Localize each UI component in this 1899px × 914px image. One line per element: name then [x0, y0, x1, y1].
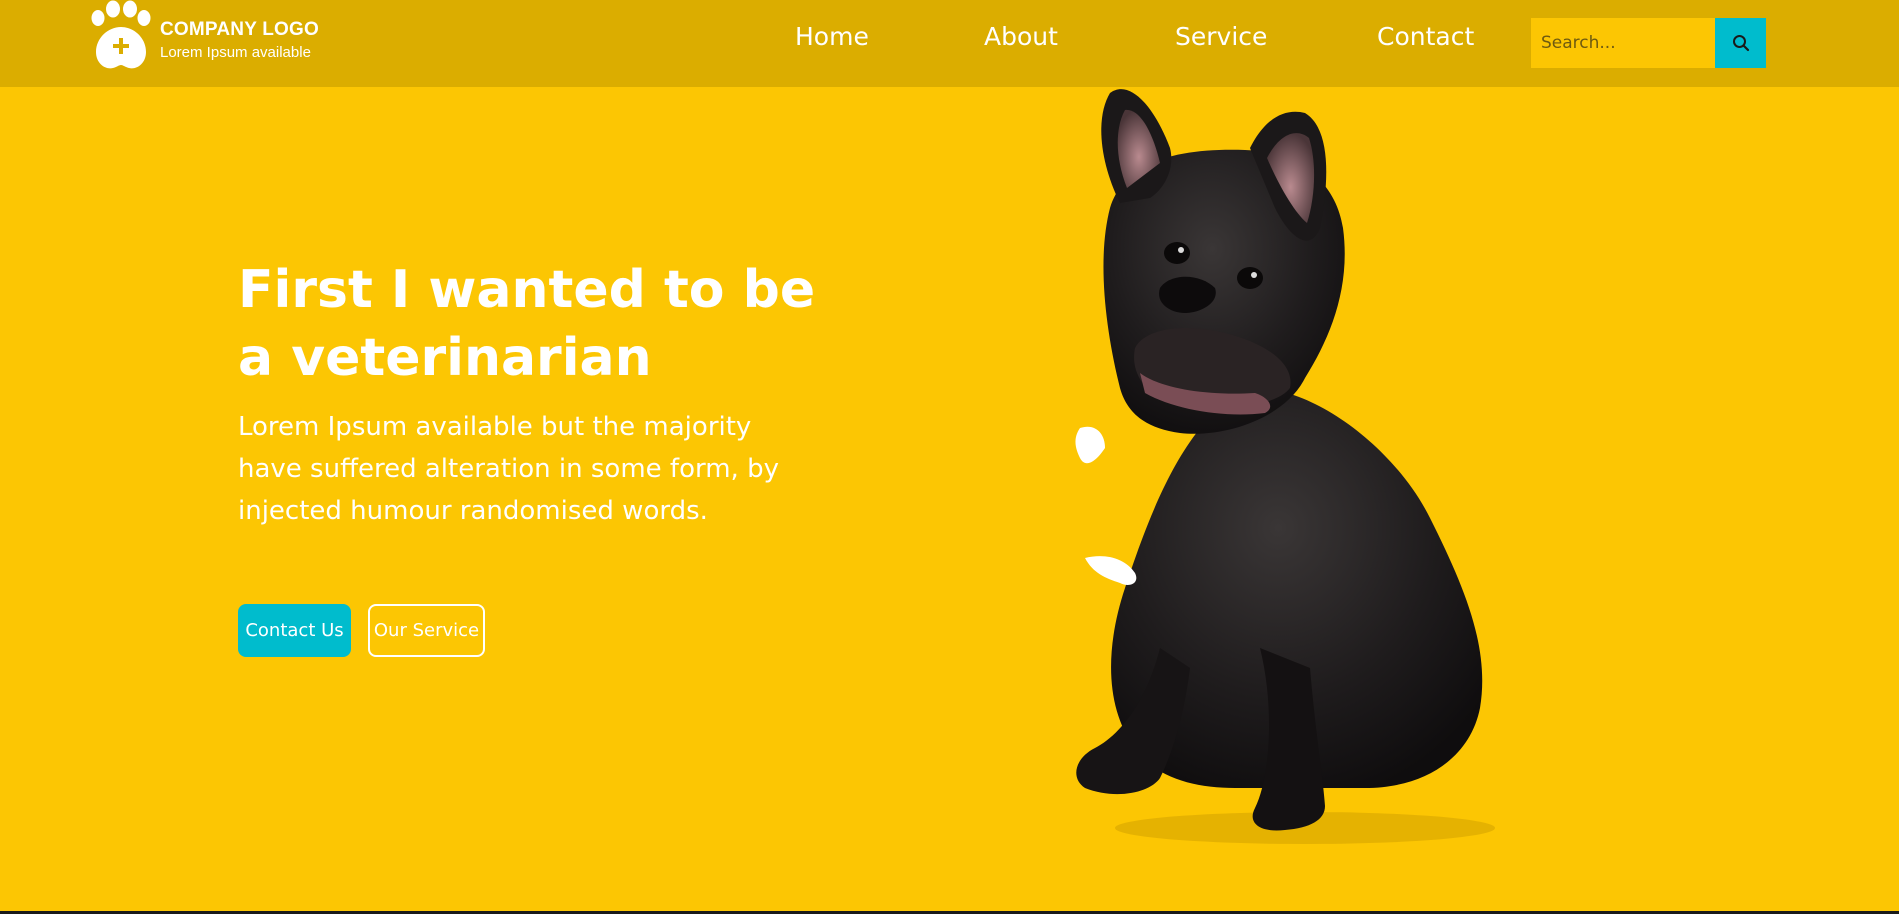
logo-title: COMPANY LOGO [160, 19, 319, 40]
contact-us-button[interactable]: Contact Us [238, 604, 351, 657]
nav-home[interactable]: Home [795, 22, 869, 51]
search-icon [1732, 35, 1749, 52]
nav-service[interactable]: Service [1175, 22, 1267, 51]
our-service-button[interactable]: Our Service [368, 604, 485, 657]
search-input[interactable] [1531, 18, 1715, 68]
search-button[interactable] [1715, 18, 1766, 68]
nav-about[interactable]: About [984, 22, 1058, 51]
hero-title: First I wanted to be a veterinarian [238, 256, 878, 392]
paw-plus-icon [91, 0, 151, 69]
hero-title-line-2: a veterinarian [238, 328, 652, 388]
company-logo[interactable]: COMPANY LOGO Lorem Ipsum available [90, 0, 330, 72]
top-navbar: COMPANY LOGO Lorem Ipsum available Home … [0, 0, 1899, 87]
nav-contact[interactable]: Contact [1377, 22, 1474, 51]
hero-title-line-1: First I wanted to be [238, 260, 816, 320]
french-bulldog-image [1075, 89, 1495, 844]
logo-subtitle: Lorem Ipsum available [160, 44, 311, 61]
hero-description: Lorem Ipsum available but the majority h… [238, 412, 779, 526]
